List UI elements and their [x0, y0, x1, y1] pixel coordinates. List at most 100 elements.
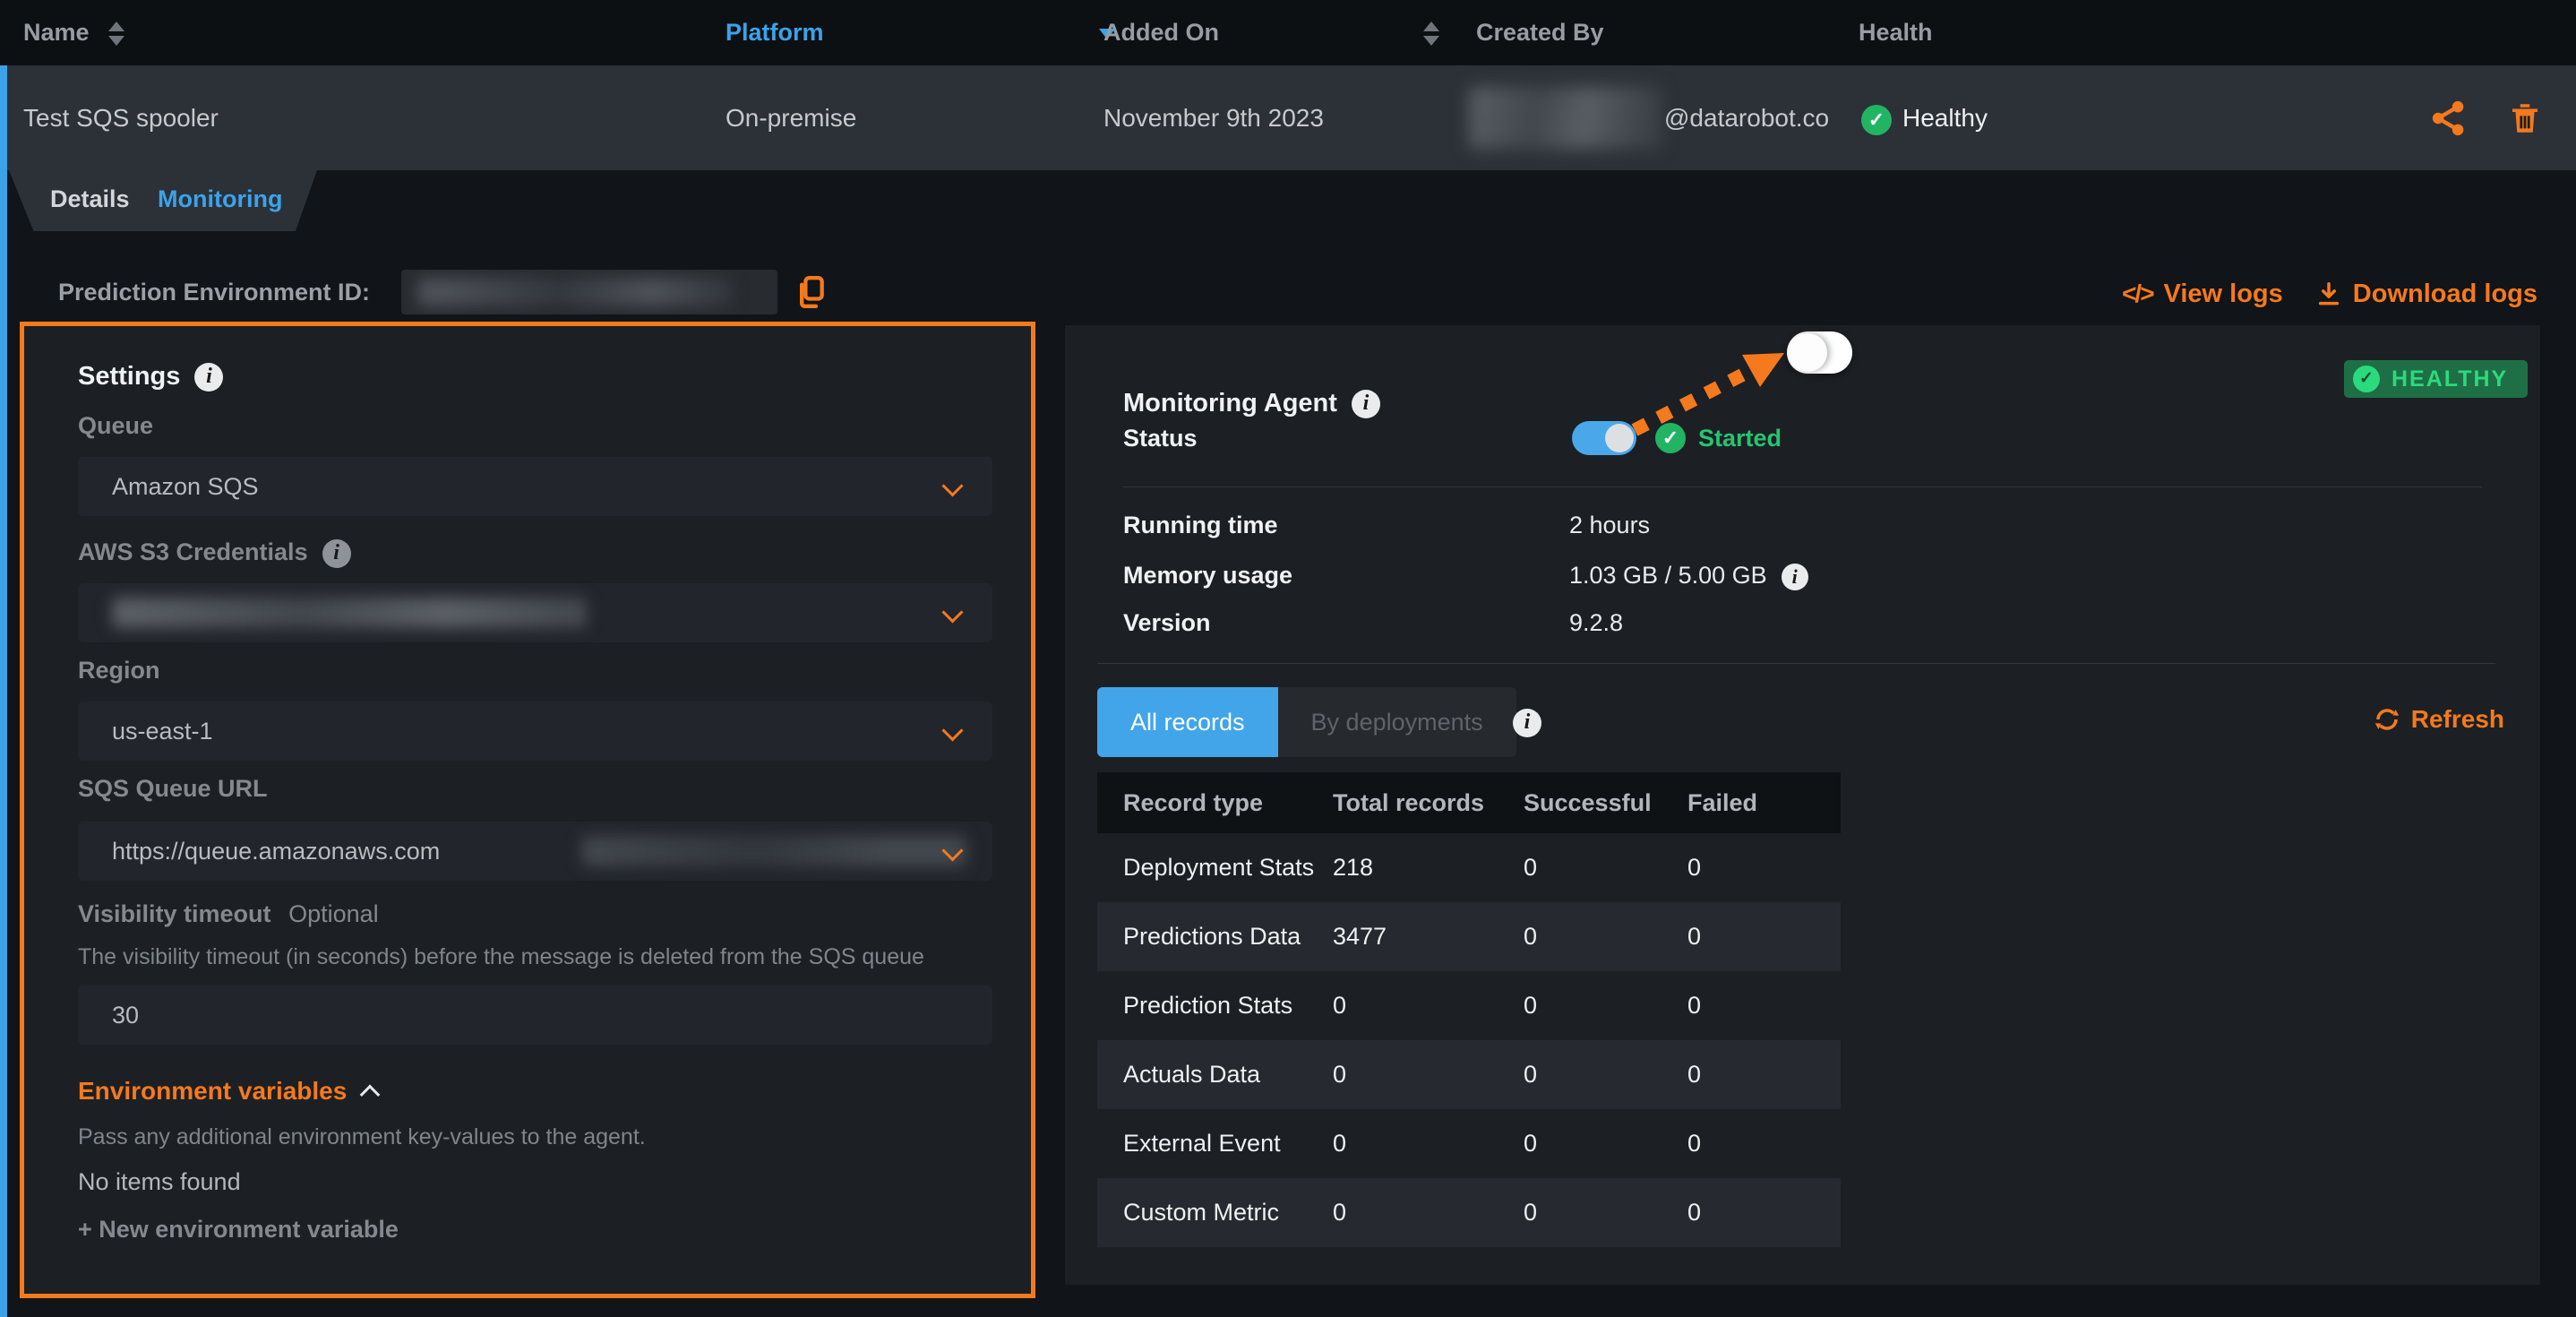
running-time-value: 2 hours	[1569, 507, 1650, 543]
region-select[interactable]: us-east-1	[78, 702, 992, 761]
region-label: Region	[78, 652, 160, 688]
optional-tag: Optional	[288, 900, 379, 927]
check-circle-icon: ✓	[1655, 423, 1686, 453]
created-by-redacted	[1469, 87, 1661, 149]
tab-all-records[interactable]: All records	[1097, 687, 1278, 757]
refresh-button[interactable]: Refresh	[2374, 705, 2504, 734]
agent-toggle-zoom-annotation	[1787, 331, 1852, 374]
delete-button[interactable]	[2506, 99, 2544, 137]
credentials-select[interactable]	[78, 583, 992, 642]
detail-tabs: Details Monitoring	[9, 170, 317, 231]
divider	[1097, 663, 2495, 664]
column-header-name[interactable]: Name	[23, 0, 125, 65]
total-records-cell: 0	[1333, 1040, 1524, 1109]
settings-title-text: Settings	[78, 362, 180, 391]
credentials-label-text: AWS S3 Credentials	[78, 538, 308, 565]
download-icon	[2315, 280, 2342, 308]
health-badge-label: HEALTHY	[2391, 366, 2508, 392]
info-icon[interactable]: i	[322, 539, 351, 568]
failed-cell: 0	[1687, 1040, 1815, 1109]
environment-id-redacted	[417, 278, 731, 306]
environments-list-header: Name Platform Added On Created By Health	[0, 0, 2576, 65]
column-label: Health	[1859, 19, 1933, 46]
health-badge: ✓ HEALTHY	[2344, 360, 2528, 398]
failed-cell: 0	[1687, 902, 1815, 971]
table-row: Deployment Stats 218 0 0	[1097, 833, 1841, 902]
total-records-cell: 0	[1333, 971, 1524, 1040]
queue-label: Queue	[78, 408, 153, 443]
environment-row[interactable]: Test SQS spooler On-premise November 9th…	[0, 65, 2576, 170]
environment-variables-toggle[interactable]: Environment variables	[78, 1073, 377, 1109]
record-type-cell: Prediction Stats	[1097, 971, 1333, 1040]
queue-url-value: https://queue.amazonaws.com	[112, 822, 440, 881]
column-header-added-on[interactable]: Added On	[1103, 0, 1439, 65]
info-icon[interactable]: i	[194, 363, 223, 392]
settings-title: Settings i	[78, 358, 223, 394]
column-header-platform[interactable]: Platform	[726, 0, 1115, 65]
tab-by-deployments[interactable]: By deployments	[1278, 687, 1516, 757]
visibility-timeout-description: The visibility timeout (in seconds) befo…	[78, 939, 924, 975]
download-logs-button[interactable]: Download logs	[2315, 280, 2537, 309]
code-icon: </>	[2122, 280, 2152, 308]
new-environment-variable-button[interactable]: + New environment variable	[78, 1211, 399, 1247]
successful-cell: 0	[1524, 1178, 1687, 1247]
status-label: Status	[1123, 420, 1198, 456]
monitoring-agent-title: Monitoring Agenti	[1123, 385, 1380, 421]
visibility-timeout-label: Visibility timeout Optional	[78, 896, 379, 932]
failed-cell: 0	[1687, 971, 1815, 1040]
refresh-label: Refresh	[2411, 705, 2504, 734]
visibility-timeout-input[interactable]	[78, 986, 992, 1045]
column-header-health[interactable]: Health	[1859, 0, 1933, 65]
sort-icon[interactable]	[1423, 22, 1439, 46]
column-label: Platform	[726, 19, 824, 46]
view-logs-button[interactable]: </> View logs	[2122, 280, 2283, 309]
health-label: Healthy	[1902, 104, 1988, 132]
tab-monitoring[interactable]: Monitoring	[158, 170, 282, 231]
settings-panel: Settings i Queue Amazon SQS AWS S3 Creden…	[20, 322, 1035, 1298]
record-type-cell: Actuals Data	[1097, 1040, 1333, 1109]
queue-value: Amazon SQS	[112, 457, 259, 516]
memory-usage-label: Memory usage	[1123, 557, 1292, 593]
environment-variables-title: Environment variables	[78, 1077, 347, 1105]
toggle-knob	[1605, 424, 1634, 452]
total-records-cell: 0	[1333, 1109, 1524, 1178]
failed-cell: 0	[1687, 1178, 1815, 1247]
added-on-value: November 9th 2023	[1103, 65, 1324, 170]
health-status: ✓Healthy	[1861, 65, 1988, 170]
queue-select[interactable]: Amazon SQS	[78, 457, 992, 516]
successful-cell: 0	[1524, 971, 1687, 1040]
column-label: Name	[23, 19, 90, 46]
queue-url-label: SQS Queue URL	[78, 770, 268, 806]
download-logs-label: Download logs	[2353, 280, 2537, 309]
region-value: us-east-1	[112, 702, 213, 761]
status-value: Started	[1698, 420, 1782, 456]
sort-icon[interactable]	[108, 22, 125, 46]
chevron-up-icon	[360, 1085, 381, 1106]
memory-usage-value: 1.03 GB / 5.00 GB i	[1569, 557, 1808, 593]
log-actions: </> View logs Download logs	[2122, 271, 2537, 317]
environment-name-link[interactable]: Test SQS spooler	[23, 65, 219, 170]
column-header-created-by[interactable]: Created By	[1476, 0, 1604, 65]
record-type-cell: Deployment Stats	[1097, 833, 1333, 902]
trash-icon	[2506, 99, 2544, 137]
info-icon[interactable]: i	[1352, 390, 1380, 418]
record-type-cell: Custom Metric	[1097, 1178, 1333, 1247]
tab-details[interactable]: Details	[50, 170, 130, 231]
status-toggle[interactable]	[1572, 421, 1636, 455]
successful-cell: 0	[1524, 902, 1687, 971]
memory-usage-text: 1.03 GB / 5.00 GB	[1569, 562, 1767, 589]
share-button[interactable]	[2429, 99, 2469, 138]
col-total-records: Total records	[1333, 772, 1524, 833]
chevron-down-icon	[941, 601, 963, 623]
col-successful: Successful	[1524, 772, 1687, 833]
total-records-cell: 0	[1333, 1178, 1524, 1247]
records-table-header: Record type Total records Successful Fai…	[1097, 772, 1841, 833]
divider	[1123, 486, 2482, 487]
copy-button[interactable]	[794, 274, 829, 314]
info-icon[interactable]: i	[1782, 564, 1808, 590]
info-icon[interactable]: i	[1513, 709, 1541, 737]
successful-cell: 0	[1524, 1109, 1687, 1178]
col-record-type: Record type	[1097, 772, 1333, 833]
queue-url-select[interactable]: https://queue.amazonaws.com	[78, 822, 992, 881]
total-records-cell: 3477	[1333, 902, 1524, 971]
